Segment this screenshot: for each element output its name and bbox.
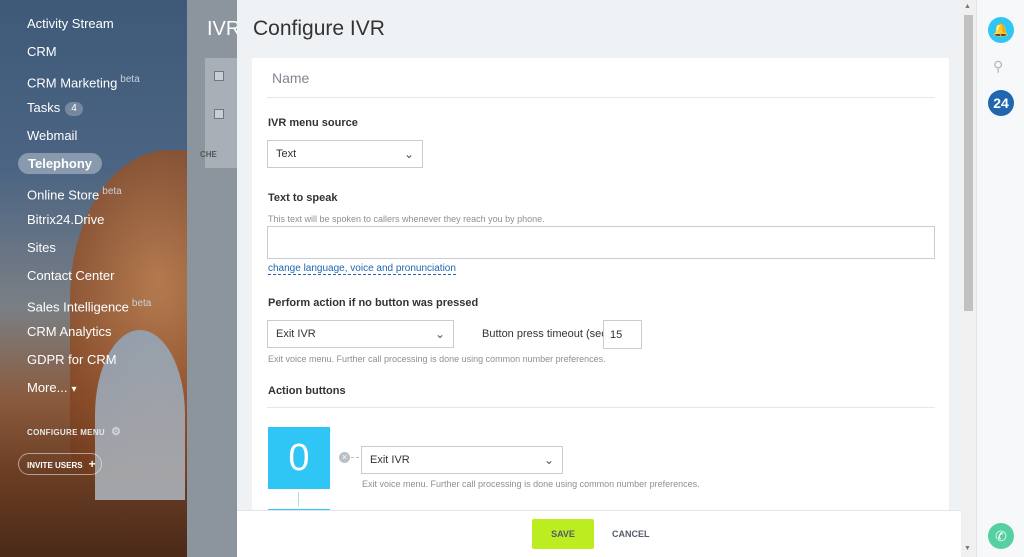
invite-users-button[interactable]: INVITE USERS + <box>18 453 102 475</box>
sidebar-item-sites[interactable]: Sites <box>0 234 187 262</box>
phone-icon[interactable]: ✆ <box>988 523 1014 549</box>
scrollbar-thumb[interactable] <box>964 15 973 311</box>
bell-icon[interactable]: 🔔 <box>988 17 1014 43</box>
background-footer-text: CHE <box>200 150 217 159</box>
scroll-up-icon[interactable]: ▲ <box>964 3 971 10</box>
sidebar-item-label: Webmail <box>27 128 78 143</box>
no-button-action-value: Exit IVR <box>276 328 316 340</box>
sidebar-item-label: Online Store <box>27 187 100 203</box>
sidebar-item-contact-center[interactable]: Contact Center <box>0 262 187 290</box>
action-hint: Exit voice menu. Further call processing… <box>362 479 700 489</box>
save-button[interactable]: SAVE <box>532 519 594 549</box>
sidebar-item-drive[interactable]: Bitrix24.Drive <box>0 206 187 234</box>
sidebar-item-label: Activity Stream <box>27 16 114 31</box>
background-checkbox <box>214 109 224 119</box>
scroll-down-icon[interactable]: ▼ <box>964 545 971 552</box>
sidebar-item-label: CRM <box>27 44 57 59</box>
sidebar-item-label: Sites <box>27 240 56 255</box>
action-select[interactable]: Exit IVR ⌄ <box>361 446 563 474</box>
change-language-link[interactable]: change language, voice and pronunciation <box>268 263 456 275</box>
plus-icon: + <box>88 457 96 471</box>
search-icon[interactable]: ⚲ <box>993 58 1003 75</box>
panel-scrollbar[interactable]: ▲ ▼ <box>961 0 976 557</box>
timeout-label: Button press timeout (sec.): <box>482 328 617 340</box>
chevron-down-icon: ⌄ <box>403 147 414 161</box>
text-to-speak-input[interactable] <box>267 226 935 259</box>
configure-ivr-panel: Configure IVR Name IVR menu source Text … <box>237 0 961 557</box>
sidebar-item-crm[interactable]: CRM <box>0 38 187 66</box>
gear-icon: ⚙ <box>110 426 122 438</box>
no-button-action-select[interactable]: Exit IVR ⌄ <box>267 320 454 348</box>
background-page-title: IVR <box>207 18 241 40</box>
sidebar-item-label: CRM Marketing <box>27 75 118 91</box>
sidebar-item-webmail[interactable]: Webmail <box>0 122 187 150</box>
no-button-action-label: Perform action if no button was pressed <box>268 297 479 309</box>
sidebar-item-sales-intelligence[interactable]: Sales Intelligence beta <box>0 290 187 318</box>
no-button-action-hint: Exit voice menu. Further call processing… <box>268 354 606 364</box>
beta-badge: beta <box>120 74 140 85</box>
button-bar: SAVE CANCEL <box>237 510 961 557</box>
chevron-down-icon: ▾ <box>71 384 77 395</box>
connector-line <box>351 457 359 458</box>
menu-source-select[interactable]: Text ⌄ <box>267 140 423 168</box>
sidebar-item-telephony[interactable]: Telephony <box>0 150 187 178</box>
sidebar-item-label: Contact Center <box>27 268 115 283</box>
sidebar-item-label: Bitrix24.Drive <box>27 212 105 227</box>
text-to-speak-hint: This text will be spoken to callers when… <box>268 214 545 224</box>
sidebar-item-label: More... <box>27 380 68 395</box>
left-sidebar: Activity Stream CRM CRM Marketing beta Ta… <box>0 0 187 557</box>
beta-badge: beta <box>102 186 122 197</box>
beta-badge: beta <box>131 298 152 309</box>
sidebar-item-label: CRM Analytics <box>27 324 112 339</box>
sidebar-item-label: Tasks <box>27 100 61 115</box>
right-rail: 🔔 ⚲ 24 ✆ <box>976 0 1024 557</box>
bitrix24-logo[interactable]: 24 <box>988 90 1014 116</box>
background-checkbox <box>214 71 224 81</box>
action-digit-button[interactable]: 0 <box>268 427 330 489</box>
action-select-value: Exit IVR <box>370 454 410 466</box>
chevron-down-icon: ⌄ <box>434 327 445 341</box>
invite-users-label: INVITE USERS <box>27 461 83 470</box>
cancel-button[interactable]: CANCEL <box>612 519 650 549</box>
sidebar-item-online-store[interactable]: Online Store beta <box>0 178 187 206</box>
configure-menu-label: CONFIGURE MENU <box>27 428 105 437</box>
connector-line <box>298 492 299 506</box>
menu-source-value: Text <box>276 148 297 160</box>
configure-menu-link[interactable]: CONFIGURE MENU ⚙ <box>27 425 121 438</box>
sidebar-item-crm-analytics[interactable]: CRM Analytics <box>0 318 187 346</box>
ivr-form: Name IVR menu source Text ⌄ Text to spea… <box>252 58 949 518</box>
sidebar-item-more[interactable]: More... ▾ <box>0 374 187 402</box>
timeout-input[interactable] <box>603 320 642 349</box>
sidebar-item-gdpr[interactable]: GDPR for CRM <box>0 346 187 374</box>
remove-action-icon[interactable]: × <box>339 452 350 463</box>
name-input[interactable]: Name <box>272 70 309 86</box>
sidebar-item-tasks[interactable]: Tasks 4 <box>0 94 187 122</box>
text-to-speak-label: Text to speak <box>268 192 338 204</box>
chevron-down-icon: ⌄ <box>543 453 554 467</box>
page-title: Configure IVR <box>253 17 385 40</box>
sidebar-item-crm-marketing[interactable]: CRM Marketing beta <box>0 66 187 94</box>
action-buttons-label: Action buttons <box>268 385 346 397</box>
menu-source-label: IVR menu source <box>268 117 358 129</box>
tasks-count-badge: 4 <box>65 101 83 116</box>
sidebar-item-label: GDPR for CRM <box>27 352 117 367</box>
sidebar-menu: Activity Stream CRM CRM Marketing beta Ta… <box>0 10 187 402</box>
divider <box>267 97 935 98</box>
divider <box>267 407 935 408</box>
sidebar-item-activity-stream[interactable]: Activity Stream <box>0 10 187 38</box>
sidebar-item-label: Telephony <box>18 153 103 174</box>
sidebar-item-label: Sales Intelligence <box>27 299 129 315</box>
